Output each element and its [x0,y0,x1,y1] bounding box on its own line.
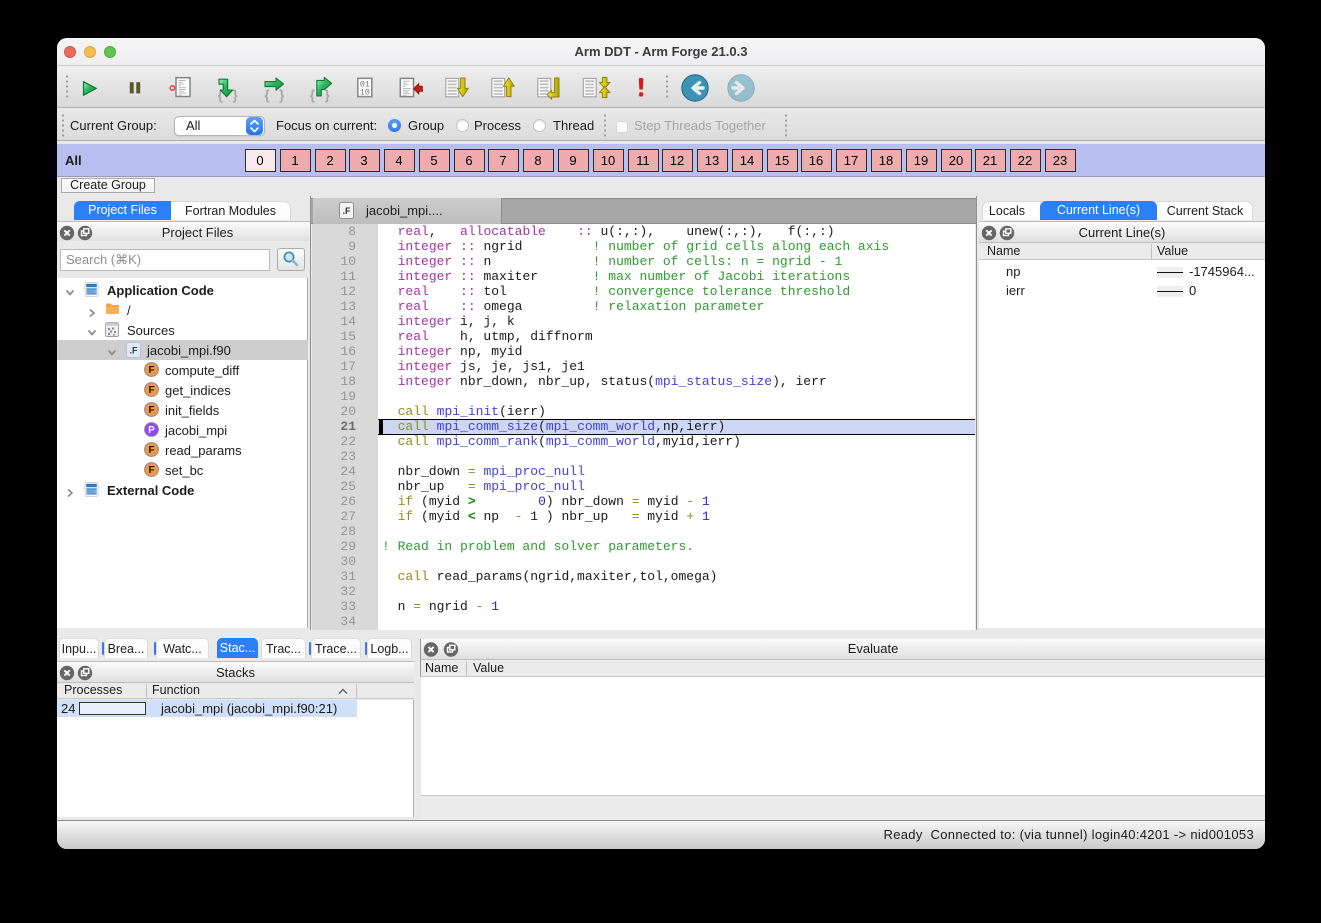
svg-text:{: { [264,88,269,103]
svg-text:F: F [148,445,154,456]
svg-text:F: F [148,385,154,396]
svg-text:.F: .F [343,206,352,216]
svg-text:.F: .F [130,346,139,356]
svg-text:10: 10 [360,88,370,98]
svg-text:F: F [148,365,154,376]
svg-text:F: F [148,405,154,416]
svg-text:F: F [148,465,154,476]
svg-text:{: { [310,88,315,103]
svg-text:}: } [279,88,285,103]
svg-text:P: P [148,425,155,436]
svg-text:}: } [325,88,331,103]
svg-text:}: } [233,88,239,103]
